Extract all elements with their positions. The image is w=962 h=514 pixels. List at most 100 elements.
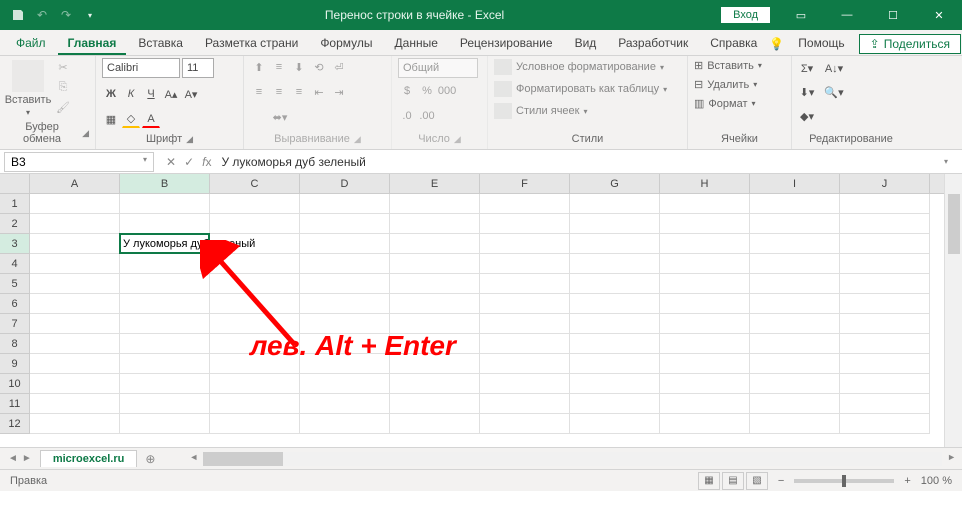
- dialog-launcher-icon[interactable]: ◢: [354, 134, 361, 145]
- align-left-icon[interactable]: ≡: [250, 83, 268, 101]
- row-header[interactable]: 5: [0, 274, 29, 294]
- percent-icon[interactable]: %: [418, 82, 436, 100]
- format-as-table-button[interactable]: Форматировать как таблицу▾: [494, 80, 681, 98]
- comma-icon[interactable]: 000: [438, 82, 456, 100]
- tab-formulas[interactable]: Формулы: [310, 32, 382, 55]
- row-header[interactable]: 1: [0, 194, 29, 214]
- tab-data[interactable]: Данные: [385, 32, 448, 55]
- row-header[interactable]: 6: [0, 294, 29, 314]
- cells-area[interactable]: У лукоморья дуб зеленый: [30, 194, 944, 447]
- wrap-text-icon[interactable]: ⏎: [330, 58, 348, 76]
- decrease-decimal-icon[interactable]: .00: [418, 107, 436, 125]
- align-bottom-icon[interactable]: ⬇: [290, 58, 308, 76]
- zoom-slider[interactable]: [794, 479, 894, 483]
- row-header[interactable]: 12: [0, 414, 29, 434]
- tab-view[interactable]: Вид: [565, 32, 607, 55]
- col-header[interactable]: F: [480, 174, 570, 193]
- row-header[interactable]: 10: [0, 374, 29, 394]
- shrink-font-icon[interactable]: A▾: [182, 85, 200, 103]
- align-top-icon[interactable]: ⬆: [250, 58, 268, 76]
- tab-review[interactable]: Рецензирование: [450, 32, 563, 55]
- minimize-button[interactable]: —: [824, 0, 870, 30]
- increase-decimal-icon[interactable]: .0: [398, 107, 416, 125]
- sheet-tab[interactable]: microexcel.ru: [40, 450, 138, 467]
- italic-button[interactable]: К: [122, 85, 140, 103]
- insert-cells-button[interactable]: ⊞Вставить▾: [694, 58, 785, 73]
- view-normal-icon[interactable]: ▦: [698, 472, 720, 490]
- view-page-layout-icon[interactable]: ▤: [722, 472, 744, 490]
- paste-button[interactable]: Вставить▾: [6, 58, 50, 119]
- row-header[interactable]: 3: [0, 234, 29, 254]
- maximize-button[interactable]: ☐: [870, 0, 916, 30]
- bold-button[interactable]: Ж: [102, 85, 120, 103]
- col-header[interactable]: G: [570, 174, 660, 193]
- find-icon[interactable]: 🔍▾: [820, 83, 848, 101]
- merge-icon[interactable]: ⬌▾: [250, 108, 310, 126]
- borders-icon[interactable]: ▦: [102, 110, 120, 128]
- tab-help[interactable]: Справка: [700, 32, 767, 55]
- name-box[interactable]: B3▾: [4, 152, 154, 172]
- row-header[interactable]: 8: [0, 334, 29, 354]
- col-header[interactable]: H: [660, 174, 750, 193]
- col-header[interactable]: A: [30, 174, 120, 193]
- cell-styles-button[interactable]: Стили ячеек▾: [494, 102, 681, 120]
- cancel-edit-icon[interactable]: ✕: [166, 155, 176, 169]
- sheet-prev-icon[interactable]: ◄: [8, 453, 18, 464]
- underline-button[interactable]: Ч: [142, 85, 160, 103]
- confirm-edit-icon[interactable]: ✓: [184, 155, 194, 169]
- horizontal-scrollbar[interactable]: ◄►: [203, 452, 942, 466]
- share-button[interactable]: ⇪Поделиться: [859, 34, 961, 54]
- indent-dec-icon[interactable]: ⇤: [310, 83, 328, 101]
- dialog-launcher-icon[interactable]: ◢: [82, 128, 89, 139]
- fill-color-icon[interactable]: ◇: [122, 110, 140, 128]
- tell-me-icon[interactable]: 💡: [769, 37, 784, 51]
- dialog-launcher-icon[interactable]: ◢: [454, 134, 461, 145]
- align-right-icon[interactable]: ≡: [290, 83, 308, 101]
- sign-in-button[interactable]: Вход: [721, 7, 770, 23]
- cell-b3[interactable]: У лукоморья дуб зеленый: [120, 234, 210, 254]
- qat-dropdown-icon[interactable]: ▾: [82, 7, 98, 23]
- select-all-corner[interactable]: [0, 174, 30, 193]
- tab-file[interactable]: Файл: [6, 32, 56, 55]
- row-header[interactable]: 7: [0, 314, 29, 334]
- col-header[interactable]: C: [210, 174, 300, 193]
- row-header[interactable]: 4: [0, 254, 29, 274]
- ribbon-options-icon[interactable]: ▭: [778, 0, 824, 30]
- tab-insert[interactable]: Вставка: [128, 32, 193, 55]
- dialog-launcher-icon[interactable]: ◢: [186, 134, 193, 145]
- conditional-format-button[interactable]: Условное форматирование▾: [494, 58, 681, 76]
- row-header[interactable]: 11: [0, 394, 29, 414]
- format-cells-button[interactable]: ▥Формат▾: [694, 96, 785, 111]
- zoom-out-button[interactable]: −: [778, 475, 784, 487]
- tab-developer[interactable]: Разработчик: [608, 32, 698, 55]
- col-header[interactable]: D: [300, 174, 390, 193]
- cut-icon[interactable]: ✂: [54, 58, 72, 76]
- font-color-icon[interactable]: A: [142, 110, 160, 128]
- close-button[interactable]: ✕: [916, 0, 962, 30]
- fx-icon[interactable]: fx: [202, 155, 211, 169]
- fill-icon[interactable]: ⬇▾: [798, 83, 816, 101]
- tell-me-button[interactable]: Помощь: [788, 32, 854, 55]
- font-size-select[interactable]: [182, 58, 214, 78]
- row-header[interactable]: 9: [0, 354, 29, 374]
- redo-icon[interactable]: ↷: [58, 7, 74, 23]
- add-sheet-button[interactable]: ⊕: [137, 452, 163, 466]
- grow-font-icon[interactable]: A▴: [162, 85, 180, 103]
- zoom-in-button[interactable]: +: [904, 475, 910, 487]
- row-header[interactable]: 2: [0, 214, 29, 234]
- number-format-select[interactable]: [398, 58, 478, 78]
- align-middle-icon[interactable]: ≡: [270, 58, 288, 76]
- copy-icon[interactable]: ⎘: [54, 78, 72, 96]
- col-header[interactable]: B: [120, 174, 210, 193]
- align-center-icon[interactable]: ≡: [270, 83, 288, 101]
- indent-inc-icon[interactable]: ⇥: [330, 83, 348, 101]
- sort-filter-icon[interactable]: A↓▾: [820, 59, 848, 77]
- col-header[interactable]: J: [840, 174, 930, 193]
- tab-home[interactable]: Главная: [58, 32, 127, 55]
- clear-icon[interactable]: ◆▾: [798, 107, 816, 125]
- spreadsheet-grid[interactable]: A B C D E F G H I J 1 2 3 4 5 6 7 8 9 10…: [0, 174, 962, 447]
- delete-cells-button[interactable]: ⊟Удалить▾: [694, 77, 785, 92]
- orientation-icon[interactable]: ⟲: [310, 58, 328, 76]
- vertical-scrollbar[interactable]: [944, 174, 962, 447]
- font-name-select[interactable]: [102, 58, 180, 78]
